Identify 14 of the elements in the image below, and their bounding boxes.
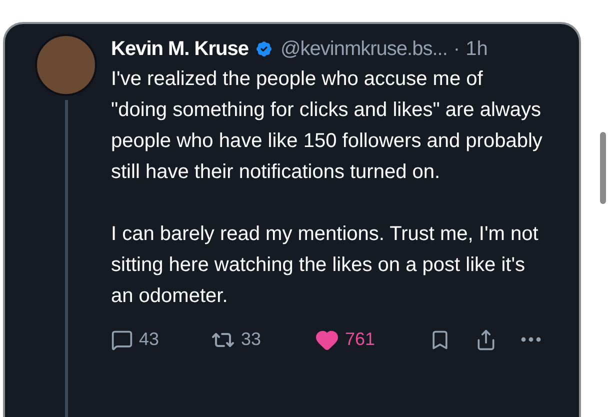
scrollbar-thumb[interactable] [600, 132, 606, 204]
repost-button[interactable]: 33 [211, 326, 315, 353]
more-button[interactable] [521, 337, 541, 342]
like-button[interactable]: 761 [315, 326, 376, 353]
post-text: I've realized the people who accuse me of "doing something for clicks and likes" are always people who have like 150 followers and probably still have their notifications turned on. [111, 67, 543, 185]
share-icon [475, 328, 497, 350]
comment-icon [111, 328, 133, 350]
share-button[interactable] [475, 328, 497, 350]
post-time: · 1h [453, 37, 488, 62]
more-icon [521, 337, 541, 342]
reply-button[interactable]: 43 [111, 326, 211, 353]
author-handle[interactable]: @kevinmkruse.bs... [280, 34, 448, 64]
post-text: I can barely read my mentions. Trust me, I'm not sitting here watching the likes on a post like it's an odometer. [111, 222, 540, 309]
author-name[interactable]: Kevin M. Kruse [111, 34, 248, 64]
